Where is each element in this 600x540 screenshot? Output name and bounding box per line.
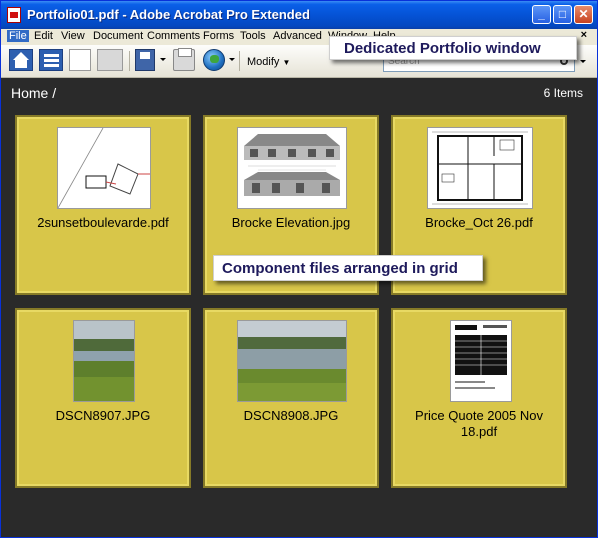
- callout-portfolio-window: Dedicated Portfolio window: [329, 36, 577, 60]
- file-card-6[interactable]: Price Quote 2005 Nov 18.pdf: [391, 308, 567, 488]
- photo-icon: [238, 321, 346, 401]
- file-card-5[interactable]: DSCN8908.JPG: [203, 308, 379, 488]
- site-plan-icon: [58, 128, 150, 208]
- pond-photo-thumbnail: [73, 320, 135, 402]
- pond-wide-photo-thumbnail: [237, 320, 347, 402]
- file-name: DSCN8907.JPG: [55, 408, 151, 423]
- search-dropdown-icon[interactable]: [580, 60, 586, 63]
- file-name: 2sunsetboulevarde.pdf: [37, 215, 169, 230]
- print-icon[interactable]: [173, 48, 195, 71]
- preview-view-icon[interactable]: [97, 49, 123, 71]
- menu-edit[interactable]: Edit: [34, 30, 53, 42]
- item-count: 6 Items: [543, 86, 583, 100]
- document-close-button[interactable]: ×: [581, 29, 587, 41]
- save-icon[interactable]: [135, 49, 155, 71]
- modify-menu-button[interactable]: Modify ▼: [247, 56, 290, 68]
- menu-document[interactable]: Document: [93, 30, 143, 42]
- page-view-icon[interactable]: [69, 49, 91, 71]
- file-name: DSCN8908.JPG: [243, 408, 339, 423]
- portfolio-content: Home / 6 Items 2sunsetboulevarde.pdf Bro…: [1, 78, 597, 537]
- file-name: Brocke_Oct 26.pdf: [425, 215, 533, 230]
- menu-forms[interactable]: Forms: [203, 30, 234, 42]
- close-button[interactable]: ✕: [574, 5, 593, 24]
- site-plan-thumbnail: [57, 127, 151, 209]
- menu-tools[interactable]: Tools: [240, 30, 266, 42]
- grid-view-icon[interactable]: [39, 49, 63, 71]
- file-card-4[interactable]: DSCN8907.JPG: [15, 308, 191, 488]
- minimize-button[interactable]: _: [532, 5, 551, 24]
- save-dropdown-icon[interactable]: [160, 58, 166, 61]
- quote-document-thumbnail: [450, 320, 512, 402]
- menu-comments[interactable]: Comments: [147, 30, 200, 42]
- acrobat-window: Portfolio01.pdf - Adobe Acrobat Pro Exte…: [0, 0, 598, 538]
- floor-plan-thumbnail: [427, 127, 533, 209]
- elevation-drawing-icon: [244, 134, 340, 196]
- document-icon: [455, 325, 507, 389]
- menu-view[interactable]: View: [61, 30, 85, 42]
- photo-icon: [74, 321, 134, 401]
- maximize-button[interactable]: □: [553, 5, 572, 24]
- title-bar[interactable]: Portfolio01.pdf - Adobe Acrobat Pro Exte…: [1, 1, 597, 29]
- toolbar-divider: [239, 51, 240, 71]
- menu-file[interactable]: File: [7, 30, 29, 42]
- globe-dropdown-icon[interactable]: [229, 58, 235, 61]
- menu-advanced[interactable]: Advanced: [273, 30, 322, 42]
- callout-grid-layout: Component files arranged in grid: [213, 255, 483, 281]
- toolbar-divider: [129, 51, 130, 71]
- modify-label: Modify: [247, 56, 280, 68]
- globe-icon[interactable]: [203, 49, 225, 71]
- chevron-down-icon: ▼: [282, 58, 291, 67]
- breadcrumb[interactable]: Home /: [11, 85, 56, 101]
- file-name: Price Quote 2005 Nov 18.pdf: [415, 408, 543, 439]
- floor-plan-icon: [432, 131, 528, 205]
- window-title: Portfolio01.pdf - Adobe Acrobat Pro Exte…: [27, 7, 310, 22]
- home-icon[interactable]: [9, 49, 33, 71]
- acrobat-pdf-icon: [7, 7, 21, 23]
- file-card-1[interactable]: 2sunsetboulevarde.pdf: [15, 115, 191, 295]
- file-name: Brocke Elevation.jpg: [231, 215, 351, 230]
- elevation-thumbnail: [237, 127, 347, 209]
